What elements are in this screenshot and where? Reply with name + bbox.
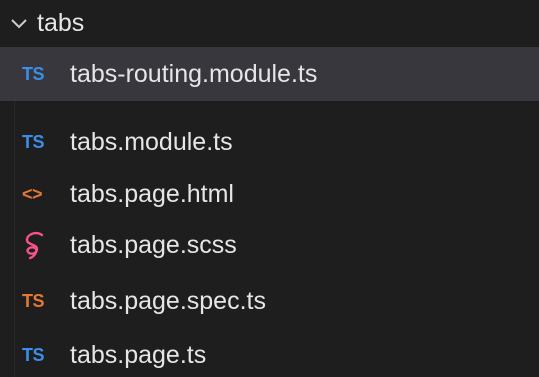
file-label: tabs.page.html [70, 179, 234, 208]
file-item-tabs-page-scss[interactable]: tabs.page.scss [0, 218, 539, 272]
file-item-tabs-page-spec-ts[interactable]: TS tabs.page.spec.ts [0, 274, 539, 328]
file-item-tabs-module-ts[interactable]: TS tabs.module.ts [0, 115, 539, 169]
typescript-icon: TS [22, 344, 45, 365]
file-label: tabs.page.ts [70, 340, 207, 369]
typescript-icon: TS [22, 63, 45, 84]
file-label: tabs-routing.module.ts [70, 59, 318, 88]
file-explorer: tabs TS tabs-routing.module.ts TS tabs.m… [0, 0, 539, 377]
typescript-icon: TS [22, 131, 45, 152]
folder-tabs[interactable]: tabs [0, 0, 539, 47]
file-label: tabs.module.ts [70, 127, 233, 156]
file-item-tabs-page-html[interactable]: <> tabs.page.html [0, 167, 539, 221]
html-icon: <> [22, 183, 43, 204]
folder-label: tabs [37, 9, 85, 37]
file-item-tabs-routing-module-ts[interactable]: TS tabs-routing.module.ts [0, 47, 539, 101]
file-item-tabs-page-ts[interactable]: TS tabs.page.ts [0, 328, 539, 377]
typescript-test-icon: TS [22, 290, 45, 311]
file-label: tabs.page.spec.ts [70, 286, 266, 315]
file-label: tabs.page.scss [70, 230, 237, 259]
sass-icon [22, 230, 58, 260]
chevron-down-icon[interactable] [2, 0, 36, 47]
